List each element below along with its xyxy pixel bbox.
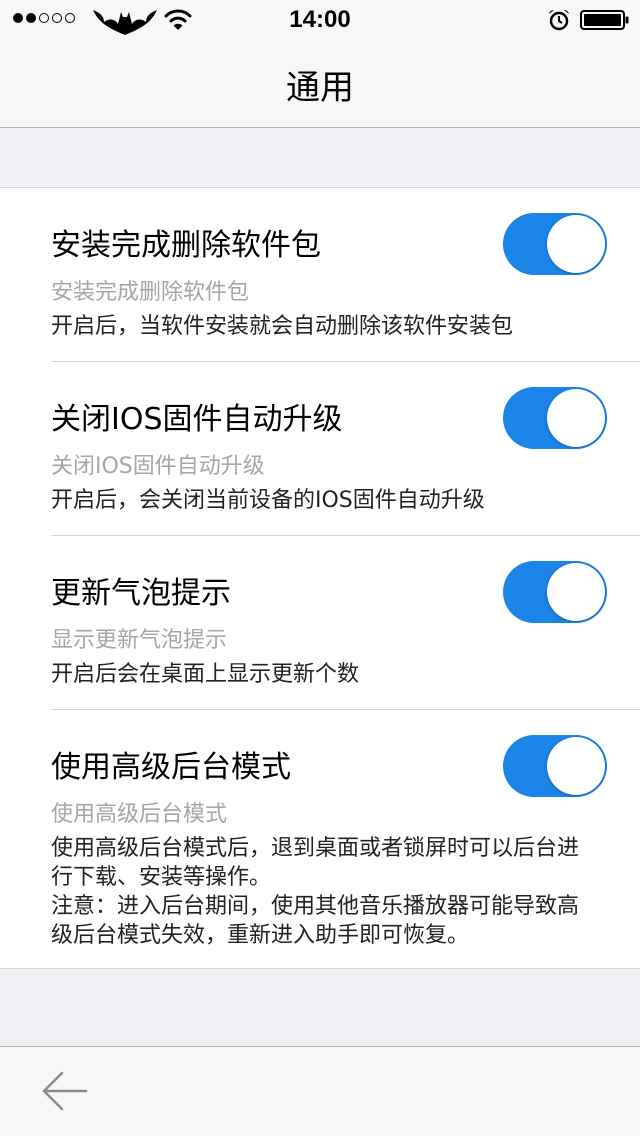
update-badge-toggle[interactable] [503, 561, 607, 623]
toggle-knob [547, 389, 605, 447]
setting-row-disable-ios-update: 关闭IOS固件自动升级 关闭IOS固件自动升级 开启后，会关闭当前设备的IOS固… [0, 362, 640, 536]
setting-description: 开启后会在桌面上显示更新个数 [51, 662, 360, 687]
setting-row-update-badge: 更新气泡提示 显示更新气泡提示 开启后会在桌面上显示更新个数 [0, 536, 640, 710]
navigation-bar: 通用 [0, 40, 640, 128]
setting-subtitle: 显示更新气泡提示 [51, 628, 228, 653]
bottom-toolbar [0, 1046, 640, 1136]
setting-title: 使用高级后台模式 [51, 750, 291, 785]
setting-subtitle: 安装完成删除软件包 [51, 280, 250, 305]
setting-description: 开启后，会关闭当前设备的IOS固件自动升级 [51, 488, 485, 513]
toggle-knob [547, 737, 605, 795]
delete-package-toggle[interactable] [503, 213, 607, 275]
alarm-clock-icon [549, 9, 569, 31]
setting-subtitle: 使用高级后台模式 [51, 802, 228, 827]
setting-subtitle: 关闭IOS固件自动升级 [51, 454, 265, 479]
setting-description: 使用高级后台模式后，退到桌面或者锁屏时可以后台进行下载、安装等操作。 注意：进入… [51, 836, 580, 948]
toggle-knob [547, 215, 605, 273]
settings-list: 安装完成删除软件包 安装完成删除软件包 开启后，当软件安装就会自动删除该软件安装… [0, 187, 640, 969]
status-bar: 14:00 [0, 0, 640, 40]
setting-title: 关闭IOS固件自动升级 [51, 402, 343, 437]
disable-ios-update-toggle[interactable] [503, 387, 607, 449]
battery-icon [580, 10, 629, 30]
setting-row-advanced-background: 使用高级后台模式 使用高级后台模式 使用高级后台模式后，退到桌面或者锁屏时可以后… [0, 710, 640, 968]
setting-row-delete-package: 安装完成删除软件包 安装完成删除软件包 开启后，当软件安装就会自动删除该软件安装… [0, 188, 640, 362]
advanced-background-toggle[interactable] [503, 735, 607, 797]
setting-title: 安装完成删除软件包 [51, 228, 321, 263]
toggle-knob [547, 563, 605, 621]
page-title: 通用 [286, 68, 354, 108]
back-arrow-icon [42, 1071, 88, 1111]
setting-description: 开启后，当软件安装就会自动删除该软件安装包 [51, 314, 514, 339]
status-time: 14:00 [289, 6, 351, 33]
setting-title: 更新气泡提示 [51, 576, 231, 611]
back-button[interactable] [38, 1069, 90, 1113]
